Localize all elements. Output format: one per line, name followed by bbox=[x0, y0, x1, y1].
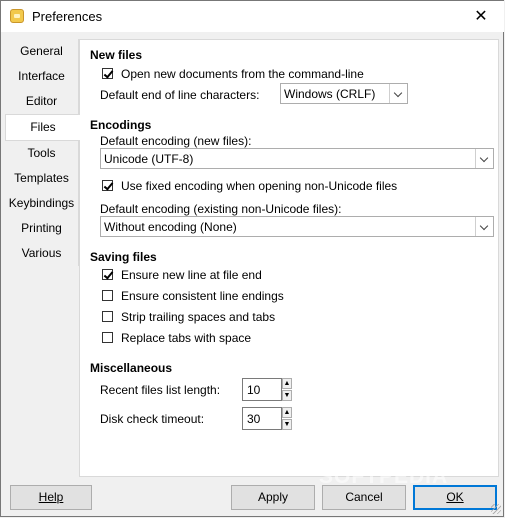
default-encoding-new-label: Default encoding (new files): bbox=[100, 134, 252, 148]
tab-tools[interactable]: Tools bbox=[5, 141, 79, 166]
consistent-line-endings-checkbox[interactable] bbox=[102, 290, 113, 301]
ensure-newline-label: Ensure new line at file end bbox=[121, 268, 262, 282]
replace-tabs-label: Replace tabs with space bbox=[121, 331, 252, 345]
chevron-down-icon[interactable] bbox=[475, 217, 493, 236]
disk-check-spinner[interactable]: 30 ▲ ▼ bbox=[242, 407, 293, 430]
default-encoding-existing-select[interactable]: Without encoding (None) bbox=[100, 216, 494, 237]
chevron-down-icon[interactable] bbox=[389, 84, 407, 103]
close-icon[interactable]: ✕ bbox=[458, 1, 504, 32]
files-panel: New files Open new documents from the co… bbox=[79, 39, 499, 477]
section-saving-title: Saving files bbox=[90, 250, 157, 264]
section-encodings-title: Encodings bbox=[90, 118, 152, 132]
tab-general[interactable]: General bbox=[5, 39, 79, 64]
section-new-files-title: New files bbox=[90, 48, 143, 62]
disk-check-label: Disk check timeout: bbox=[100, 412, 205, 426]
default-encoding-new-value: Unicode (UTF-8) bbox=[104, 152, 194, 166]
disk-check-value: 30 bbox=[247, 412, 261, 426]
help-button-label: Help bbox=[38, 490, 64, 504]
ok-button-label: OK bbox=[446, 490, 464, 504]
chevron-down-icon[interactable] bbox=[475, 149, 493, 168]
consistent-line-endings-label: Ensure consistent line endings bbox=[121, 289, 284, 303]
fixed-encoding-checkbox[interactable] bbox=[102, 180, 113, 191]
resize-grip[interactable] bbox=[491, 504, 501, 514]
open-from-cmdline-checkbox[interactable] bbox=[102, 68, 113, 79]
eol-select[interactable]: Windows (CRLF) bbox=[280, 83, 408, 104]
ok-button[interactable]: OK bbox=[413, 485, 497, 510]
apply-button-label: Apply bbox=[257, 490, 289, 504]
replace-tabs-checkbox[interactable] bbox=[102, 332, 113, 343]
default-encoding-existing-value: Without encoding (None) bbox=[104, 220, 237, 234]
default-encoding-existing-label: Default encoding (existing non-Unicode f… bbox=[100, 202, 342, 216]
app-icon bbox=[10, 9, 24, 23]
tab-templates[interactable]: Templates bbox=[5, 166, 79, 191]
spin-up-icon[interactable]: ▲ bbox=[282, 407, 292, 418]
apply-button[interactable]: Apply bbox=[231, 485, 315, 510]
spin-down-icon[interactable]: ▼ bbox=[282, 390, 292, 401]
disk-check-input[interactable]: 30 bbox=[242, 407, 282, 430]
default-encoding-new-select[interactable]: Unicode (UTF-8) bbox=[100, 148, 494, 169]
title-bar: Preferences ✕ bbox=[1, 1, 504, 32]
preferences-window: Preferences ✕ General Interface Editor F… bbox=[0, 0, 504, 517]
spin-up-icon[interactable]: ▲ bbox=[282, 378, 292, 389]
ensure-newline-checkbox[interactable] bbox=[102, 269, 113, 280]
strip-trailing-checkbox[interactable] bbox=[102, 311, 113, 322]
tab-files[interactable]: Files bbox=[5, 114, 80, 141]
eol-select-value: Windows (CRLF) bbox=[284, 87, 376, 101]
recent-files-input[interactable]: 10 bbox=[242, 378, 282, 401]
spin-down-icon[interactable]: ▼ bbox=[282, 419, 292, 430]
open-from-cmdline-label: Open new documents from the command-line bbox=[121, 67, 364, 81]
fixed-encoding-label: Use fixed encoding when opening non-Unic… bbox=[121, 179, 398, 193]
tab-interface[interactable]: Interface bbox=[5, 64, 79, 89]
tab-various[interactable]: Various bbox=[5, 241, 79, 266]
help-button[interactable]: Help bbox=[10, 485, 92, 510]
window-title: Preferences bbox=[32, 9, 103, 24]
recent-files-label: Recent files list length: bbox=[100, 383, 221, 397]
cancel-button[interactable]: Cancel bbox=[322, 485, 406, 510]
tab-list: General Interface Editor Files Tools Tem… bbox=[5, 39, 80, 266]
strip-trailing-label: Strip trailing spaces and tabs bbox=[121, 310, 276, 324]
recent-files-spinner[interactable]: 10 ▲ ▼ bbox=[242, 378, 293, 401]
tab-editor[interactable]: Editor bbox=[5, 89, 79, 114]
tab-printing[interactable]: Printing bbox=[5, 216, 79, 241]
tab-keybindings[interactable]: Keybindings bbox=[5, 191, 79, 216]
cancel-button-label: Cancel bbox=[345, 490, 383, 504]
recent-files-value: 10 bbox=[247, 383, 261, 397]
eol-label: Default end of line characters: bbox=[100, 88, 260, 102]
section-misc-title: Miscellaneous bbox=[90, 361, 173, 375]
